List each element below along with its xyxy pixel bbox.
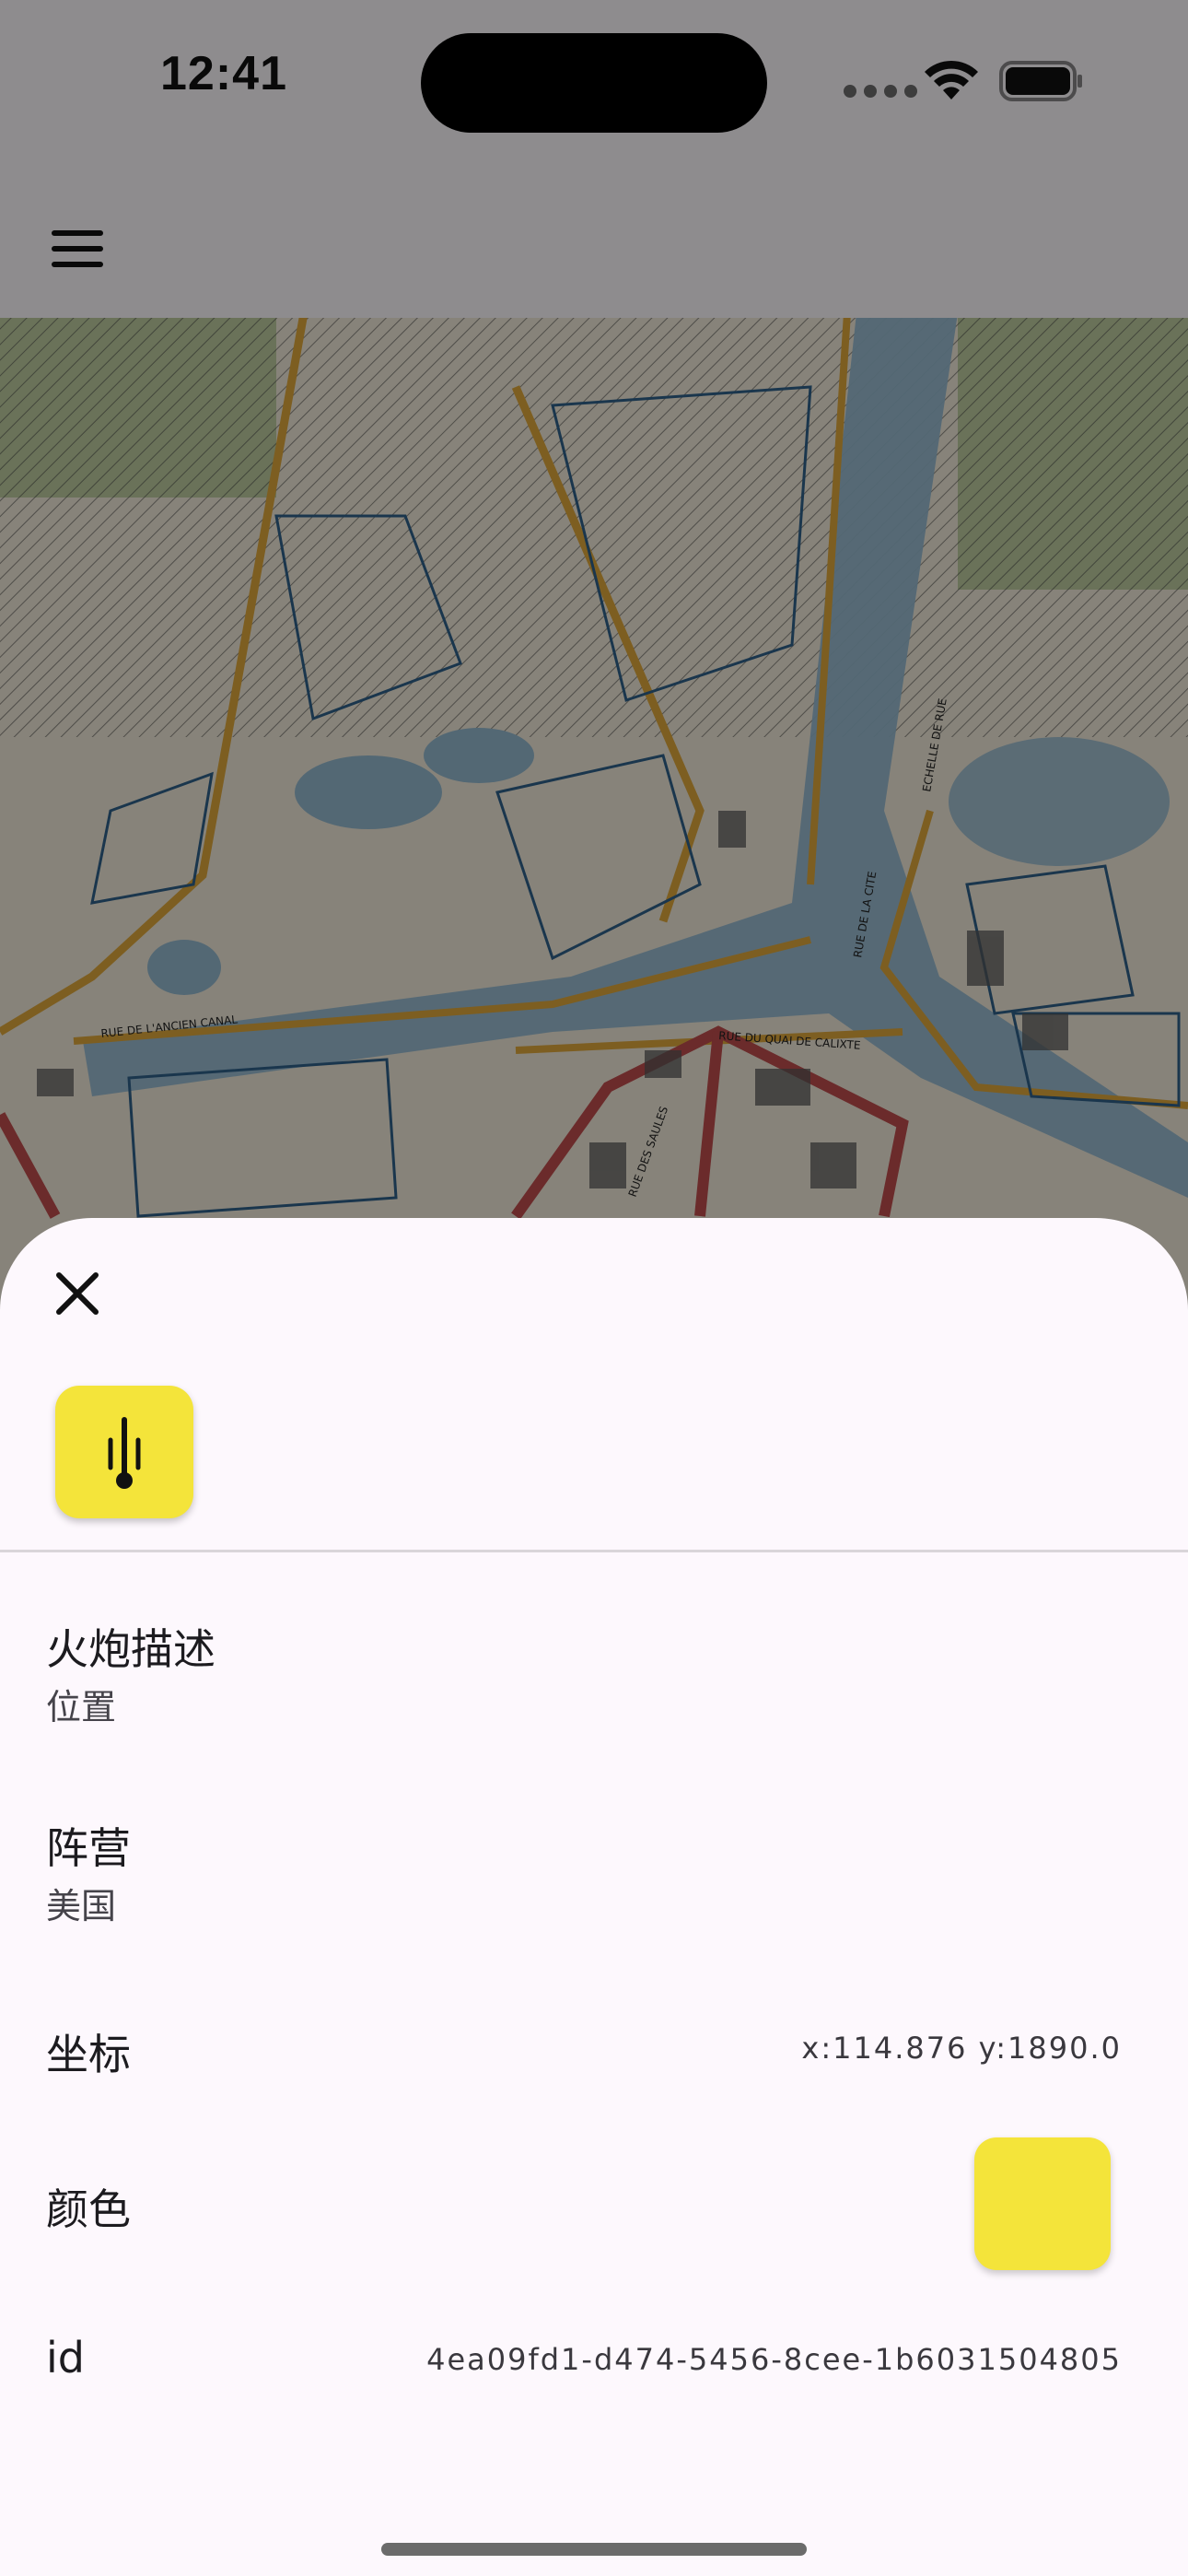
home-indicator[interactable]	[381, 2543, 807, 2556]
color-label: 颜色	[46, 2184, 131, 2234]
faction-label: 阵营	[46, 1823, 131, 1873]
artillery-marker-icon	[108, 1417, 141, 1489]
color-swatch[interactable]	[974, 2137, 1111, 2270]
coordinates-value: x:114.876 y:1890.0	[801, 2031, 1122, 2066]
screen: RUE DE L'ANCIEN CANAL RUE DU QUAI DE CAL…	[0, 0, 1188, 2576]
faction-value: 美国	[46, 1886, 117, 1926]
close-icon[interactable]	[48, 1264, 107, 1323]
description-label: 火炮描述	[46, 1624, 215, 1674]
marker-details-sheet: 火炮描述 位置 阵营 美国 坐标 x:114.876 y:1890.0 颜色 i…	[0, 1218, 1188, 2576]
id-value: 4ea09fd1-d474-5456-8cee-1b6031504805	[426, 2342, 1122, 2377]
description-value: 位置	[46, 1687, 117, 1727]
marker-preview-tile	[55, 1386, 193, 1518]
id-label: id	[46, 2333, 85, 2383]
coordinates-label: 坐标	[46, 2030, 131, 2079]
divider	[0, 1550, 1188, 1552]
